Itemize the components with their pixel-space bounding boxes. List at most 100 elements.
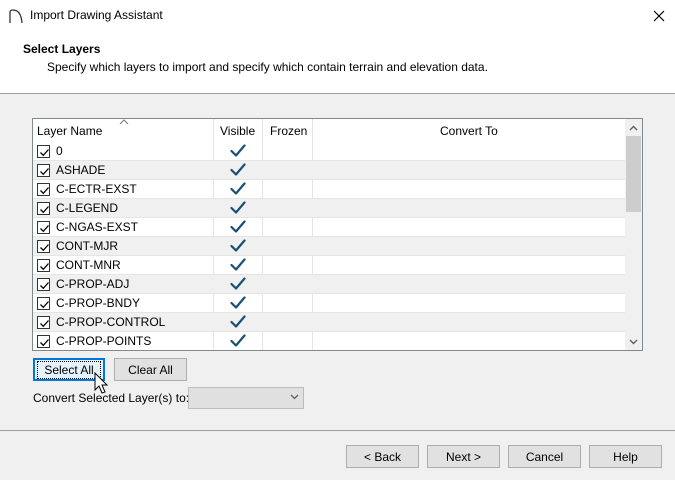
convert-to-cell[interactable]	[313, 294, 626, 313]
back-button[interactable]: < Back	[346, 445, 419, 468]
close-button[interactable]	[643, 0, 675, 32]
layer-checkbox[interactable]	[37, 202, 50, 215]
scroll-down-button[interactable]	[625, 333, 642, 350]
layer-checkbox[interactable]	[37, 297, 50, 310]
convert-to-cell[interactable]	[313, 142, 626, 161]
checkbox-check-icon	[40, 168, 49, 176]
convert-layers-dropdown[interactable]	[188, 387, 304, 409]
layer-name: 0	[56, 144, 63, 158]
layer-checkbox[interactable]	[37, 221, 50, 234]
layer-name: ASHADE	[56, 163, 106, 177]
scroll-up-button[interactable]	[625, 119, 642, 136]
checkbox-check-icon	[40, 225, 49, 233]
layer-name: C-PROP-CONTROL	[56, 315, 166, 329]
layer-checkbox[interactable]	[37, 240, 50, 253]
chevron-down-icon	[629, 339, 638, 344]
window-title: Import Drawing Assistant	[30, 8, 163, 22]
convert-to-cell[interactable]	[313, 180, 626, 199]
table-row[interactable]: C-PROP-CONTROL	[33, 313, 626, 332]
table-row[interactable]: C-LEGEND	[33, 199, 626, 218]
page-title: Select Layers	[23, 42, 101, 56]
layer-name: C-ECTR-EXST	[56, 182, 137, 196]
select-all-label: Select All	[37, 360, 101, 379]
table-header: Layer Name Visible Frozen Convert To	[33, 119, 626, 142]
visible-checkmark-icon[interactable]	[230, 276, 246, 292]
convert-to-cell[interactable]	[313, 237, 626, 256]
convert-to-cell[interactable]	[313, 332, 626, 350]
frozen-cell[interactable]	[263, 218, 312, 237]
visible-checkmark-icon[interactable]	[230, 219, 246, 235]
checkbox-check-icon	[40, 263, 49, 271]
frozen-cell[interactable]	[263, 294, 312, 313]
clear-all-button[interactable]: Clear All	[114, 358, 187, 381]
scroll-thumb[interactable]	[626, 136, 641, 212]
visible-checkmark-icon[interactable]	[230, 333, 246, 349]
frozen-cell[interactable]	[263, 142, 312, 161]
visible-checkmark-icon[interactable]	[230, 162, 246, 178]
column-header-frozen[interactable]: Frozen	[270, 119, 307, 142]
layer-checkbox[interactable]	[37, 145, 50, 158]
visible-checkmark-icon[interactable]	[230, 257, 246, 273]
frozen-cell[interactable]	[263, 180, 312, 199]
frozen-cell[interactable]	[263, 161, 312, 180]
checkbox-check-icon	[40, 301, 49, 309]
layer-name: C-PROP-BNDY	[56, 296, 141, 310]
cancel-button[interactable]: Cancel	[508, 445, 581, 468]
visible-checkmark-icon[interactable]	[230, 200, 246, 216]
page-subtitle: Specify which layers to import and speci…	[47, 60, 488, 74]
frozen-cell[interactable]	[263, 332, 312, 350]
vertical-scrollbar[interactable]	[625, 119, 642, 350]
column-header-visible[interactable]: Visible	[220, 119, 255, 142]
convert-layers-label: Convert Selected Layer(s) to:	[33, 391, 190, 405]
visible-checkmark-icon[interactable]	[230, 238, 246, 254]
visible-checkmark-icon[interactable]	[230, 143, 246, 159]
frozen-cell[interactable]	[263, 256, 312, 275]
table-row[interactable]: CONT-MNR	[33, 256, 626, 275]
layer-name: C-PROP-POINTS	[56, 334, 152, 348]
convert-to-cell[interactable]	[313, 256, 626, 275]
checkbox-check-icon	[40, 244, 49, 252]
frozen-cell[interactable]	[263, 237, 312, 256]
layer-name: C-PROP-ADJ	[56, 277, 130, 291]
table-row[interactable]: ASHADE	[33, 161, 626, 180]
frozen-cell[interactable]	[263, 275, 312, 294]
layer-checkbox[interactable]	[37, 278, 50, 291]
column-header-convert-to[interactable]: Convert To	[440, 119, 498, 142]
checkbox-check-icon	[40, 206, 49, 214]
convert-to-cell[interactable]	[313, 218, 626, 237]
checkbox-check-icon	[40, 282, 49, 290]
frozen-cell[interactable]	[263, 199, 312, 218]
layer-name: C-NGAS-EXST	[56, 220, 139, 234]
layer-checkbox[interactable]	[37, 335, 50, 348]
table-row[interactable]: C-NGAS-EXST	[33, 218, 626, 237]
title-bar: Import Drawing Assistant	[0, 0, 675, 32]
column-header-layer-name[interactable]: Layer Name	[37, 119, 102, 142]
convert-to-cell[interactable]	[313, 199, 626, 218]
next-button[interactable]: Next >	[427, 445, 500, 468]
table-row[interactable]: 0	[33, 142, 626, 161]
checkbox-check-icon	[40, 187, 49, 195]
convert-to-cell[interactable]	[313, 275, 626, 294]
layer-checkbox[interactable]	[37, 259, 50, 272]
convert-to-cell[interactable]	[313, 161, 626, 180]
table-row[interactable]: C-PROP-ADJ	[33, 275, 626, 294]
table-row[interactable]: CONT-MJR	[33, 237, 626, 256]
convert-to-cell[interactable]	[313, 313, 626, 332]
frozen-cell[interactable]	[263, 313, 312, 332]
visible-checkmark-icon[interactable]	[230, 181, 246, 197]
table-row[interactable]: C-ECTR-EXST	[33, 180, 626, 199]
visible-checkmark-icon[interactable]	[230, 314, 246, 330]
table-row[interactable]: C-PROP-POINTS	[33, 332, 626, 350]
sort-ascending-icon	[119, 119, 129, 125]
layer-checkbox[interactable]	[37, 164, 50, 177]
footer-divider	[0, 430, 675, 431]
layer-checkbox[interactable]	[37, 183, 50, 196]
visible-checkmark-icon[interactable]	[230, 295, 246, 311]
checkbox-check-icon	[40, 320, 49, 328]
help-button[interactable]: Help	[589, 445, 662, 468]
table-row[interactable]: C-PROP-BNDY	[33, 294, 626, 313]
wizard-header: Select Layers Specify which layers to im…	[0, 32, 675, 94]
layer-name: CONT-MNR	[56, 258, 121, 272]
layer-checkbox[interactable]	[37, 316, 50, 329]
layers-table[interactable]: Layer Name Visible Frozen Convert To 0 AS…	[32, 118, 643, 351]
